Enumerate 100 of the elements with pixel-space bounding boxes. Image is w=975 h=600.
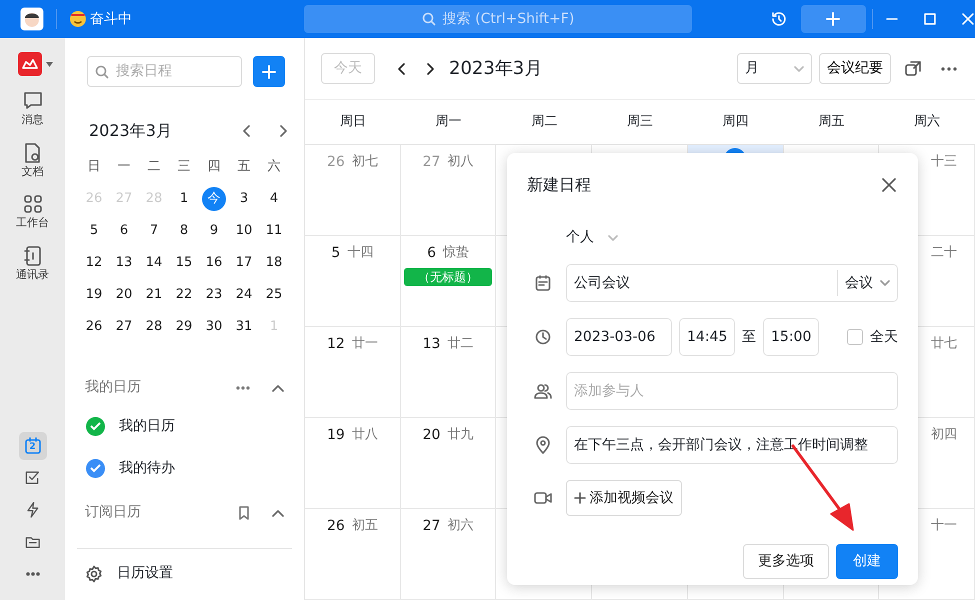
weekday-label: 周六 xyxy=(914,113,940,132)
view-select[interactable]: 月 xyxy=(737,53,812,84)
calendar-day[interactable]: 4 xyxy=(262,187,286,211)
calendar-item[interactable]: 我的日历 xyxy=(65,406,304,448)
calendar-day[interactable]: 3 xyxy=(232,187,256,211)
rail-label[interactable]: 工作台 xyxy=(16,215,49,232)
add-button[interactable] xyxy=(252,56,284,87)
calendar-day[interactable]: 18 xyxy=(262,251,286,275)
calendar-day[interactable]: 30 xyxy=(202,315,226,339)
calendar-day[interactable]: 31 xyxy=(232,315,256,339)
lunar-date: 初七 xyxy=(352,153,378,171)
emoji-icon xyxy=(68,10,87,28)
weekday-label: 二 xyxy=(148,158,160,176)
close-button[interactable] xyxy=(961,12,975,26)
calendar-day[interactable]: 19 xyxy=(82,283,106,307)
chevron-icon xyxy=(608,234,618,240)
calendar-day[interactable]: 23 xyxy=(202,283,226,307)
weekday-label: 日 xyxy=(88,158,100,176)
plus-icon xyxy=(825,11,842,27)
close-icon[interactable] xyxy=(882,178,896,192)
meeting-minutes-button[interactable]: 会议纪要 xyxy=(819,53,891,84)
calendar-day[interactable]: 14 xyxy=(142,251,166,275)
calendar-day[interactable]: 26 xyxy=(82,315,106,339)
all-day-checkbox[interactable]: 全天 xyxy=(847,326,898,348)
calendar-day[interactable]: 1 xyxy=(172,187,196,211)
next-icon[interactable] xyxy=(425,62,435,76)
day-number: 5 xyxy=(331,244,340,263)
lunar-date: 廿二 xyxy=(447,335,474,353)
calendar-day[interactable]: 9 xyxy=(202,219,226,243)
calendar-day[interactable]: 29 xyxy=(172,315,196,339)
maximize-button[interactable] xyxy=(923,12,938,26)
today-marker[interactable]: 今 xyxy=(202,187,226,211)
calendar-day[interactable]: 28 xyxy=(142,315,166,339)
more-icon[interactable] xyxy=(941,66,957,72)
new-button[interactable] xyxy=(800,5,866,33)
calendar-day[interactable]: 15 xyxy=(172,251,196,275)
collapse-icon[interactable] xyxy=(272,384,284,392)
calendar-day[interactable]: 17 xyxy=(232,251,256,275)
day-number: 26 xyxy=(326,153,345,172)
calendar-day[interactable]: 25 xyxy=(262,283,286,307)
create-button[interactable]: 创建 xyxy=(836,544,898,579)
lunar-date: 廿八 xyxy=(352,426,378,444)
weekday-label: 四 xyxy=(208,158,220,176)
month-title: 2023年3月 xyxy=(449,57,542,81)
caret-icon[interactable] xyxy=(46,62,53,66)
lunar-date: 惊蛰 xyxy=(443,244,470,262)
date-field[interactable]: 2023-03-06 xyxy=(566,318,672,356)
day-number: 26 xyxy=(326,517,345,536)
plus-icon xyxy=(260,64,276,80)
calendar-select[interactable]: 个人 xyxy=(559,227,625,248)
calendar-day[interactable]: 11 xyxy=(262,219,286,243)
calendar-day[interactable]: 6 xyxy=(112,219,136,243)
weekday-label: 三 xyxy=(178,158,190,176)
previous-icon[interactable] xyxy=(397,62,407,76)
calendar-day[interactable]: 7 xyxy=(142,219,166,243)
calendar-day[interactable]: 22 xyxy=(172,283,196,307)
calendar-day[interactable]: 10 xyxy=(232,219,256,243)
badge-count: 2 xyxy=(29,441,36,454)
title-field[interactable]: 公司会议 xyxy=(567,272,837,294)
range-separator: 至 xyxy=(742,328,756,346)
day-number: 19 xyxy=(326,426,345,445)
popout-icon[interactable] xyxy=(905,60,921,76)
checkbox[interactable] xyxy=(86,459,105,478)
add-video-meeting-button[interactable]: 添加视频会议 xyxy=(566,480,682,516)
end-time-field[interactable]: 15:00 xyxy=(763,318,819,356)
calendar-day[interactable]: 16 xyxy=(202,251,226,275)
collapse-icon[interactable] xyxy=(272,508,284,516)
weekday-label: 五 xyxy=(238,158,250,176)
day-number: 13 xyxy=(422,335,440,354)
bookmark-icon[interactable] xyxy=(238,506,250,520)
rail-label[interactable]: 通讯录 xyxy=(16,266,49,283)
calendar-day[interactable]: 12 xyxy=(82,251,106,275)
calendar-item[interactable]: 我的待办 xyxy=(65,448,304,490)
rail-label[interactable]: 消息 xyxy=(22,112,44,128)
rail-label[interactable]: 文档 xyxy=(22,164,44,180)
grid-icon xyxy=(22,193,44,215)
calendar-day[interactable]: 8 xyxy=(172,219,196,243)
type-select[interactable]: 会议 xyxy=(838,272,897,294)
calendar-day[interactable]: 20 xyxy=(112,283,136,307)
avatar-icon xyxy=(20,7,44,31)
people-icon xyxy=(534,383,552,399)
settings-item[interactable]: 日历设置 xyxy=(77,548,292,600)
lunar-date: 初五 xyxy=(352,517,378,535)
start-time-field[interactable]: 14:45 xyxy=(679,318,735,356)
calendar-day[interactable]: 21 xyxy=(142,283,166,307)
lunar-date: 廿七 xyxy=(930,335,957,353)
lunar-date: 廿一 xyxy=(352,335,378,353)
lunar-date: 十三 xyxy=(930,153,957,171)
calendar-day[interactable]: 27 xyxy=(112,315,136,339)
calendar-day[interactable]: 24 xyxy=(232,283,256,307)
weekday-label: 一 xyxy=(118,158,130,176)
day-number: 20 xyxy=(422,426,440,445)
day-number: 6 xyxy=(427,244,436,263)
calendar-day[interactable]: 13 xyxy=(112,251,136,275)
chat-icon xyxy=(22,90,44,112)
calendar-day[interactable]: 5 xyxy=(82,219,106,243)
checkbox[interactable] xyxy=(86,417,105,436)
history-icon[interactable] xyxy=(770,10,788,28)
more-options-button[interactable]: 更多选项 xyxy=(743,544,829,579)
app-logo-icon xyxy=(18,52,42,76)
